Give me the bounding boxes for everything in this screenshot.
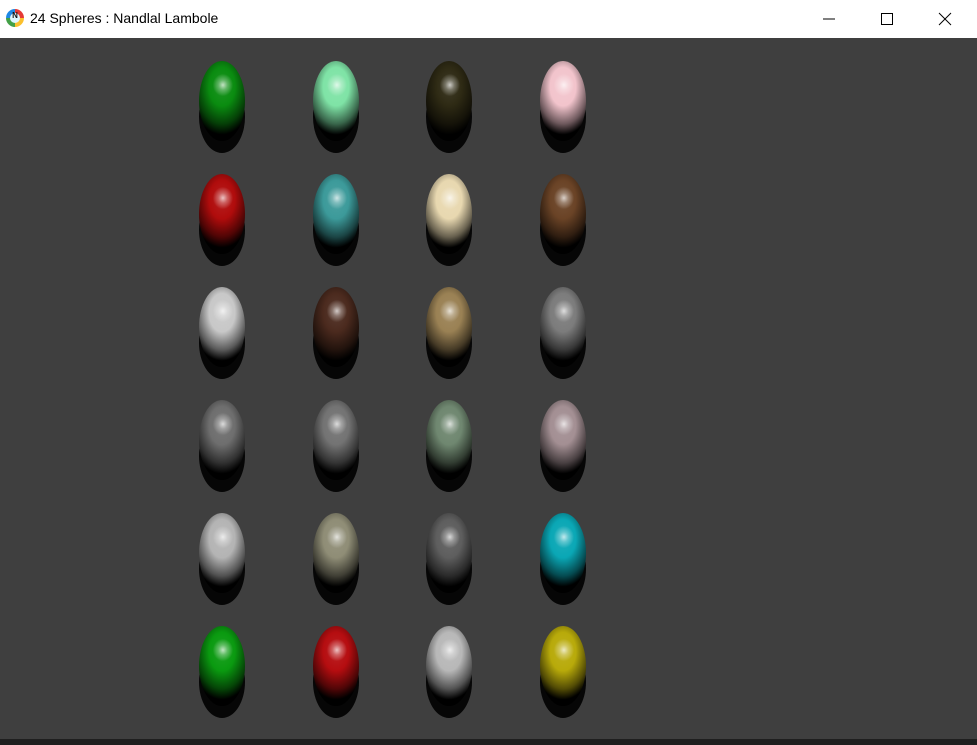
sphere xyxy=(199,174,245,254)
sphere xyxy=(540,287,586,367)
sphere xyxy=(426,61,472,141)
maximize-button[interactable] xyxy=(858,0,916,38)
sphere xyxy=(313,513,359,593)
sphere xyxy=(313,61,359,141)
minimize-icon xyxy=(823,18,835,20)
title-bar: N 24 Spheres : Nandlal Lambole xyxy=(0,0,977,38)
window-bottom-edge xyxy=(0,739,977,745)
sphere xyxy=(199,626,245,706)
sphere xyxy=(426,400,472,480)
sphere xyxy=(426,174,472,254)
minimize-button[interactable] xyxy=(800,0,858,38)
sphere xyxy=(199,287,245,367)
sphere xyxy=(540,174,586,254)
app-logo-letter: N xyxy=(12,11,18,20)
sphere xyxy=(540,513,586,593)
sphere xyxy=(540,61,586,141)
window-title: 24 Spheres : Nandlal Lambole xyxy=(30,10,219,26)
sphere xyxy=(313,174,359,254)
app-logo-icon: N xyxy=(6,9,24,27)
sphere xyxy=(426,287,472,367)
sphere xyxy=(426,513,472,593)
sphere xyxy=(313,287,359,367)
sphere xyxy=(199,513,245,593)
sphere xyxy=(199,400,245,480)
maximize-icon xyxy=(881,13,893,25)
sphere xyxy=(426,626,472,706)
sphere xyxy=(199,61,245,141)
sphere xyxy=(313,626,359,706)
close-button[interactable] xyxy=(916,0,974,38)
render-viewport[interactable] xyxy=(0,38,977,739)
close-icon xyxy=(938,12,952,26)
sphere xyxy=(540,626,586,706)
sphere xyxy=(313,400,359,480)
sphere xyxy=(540,400,586,480)
